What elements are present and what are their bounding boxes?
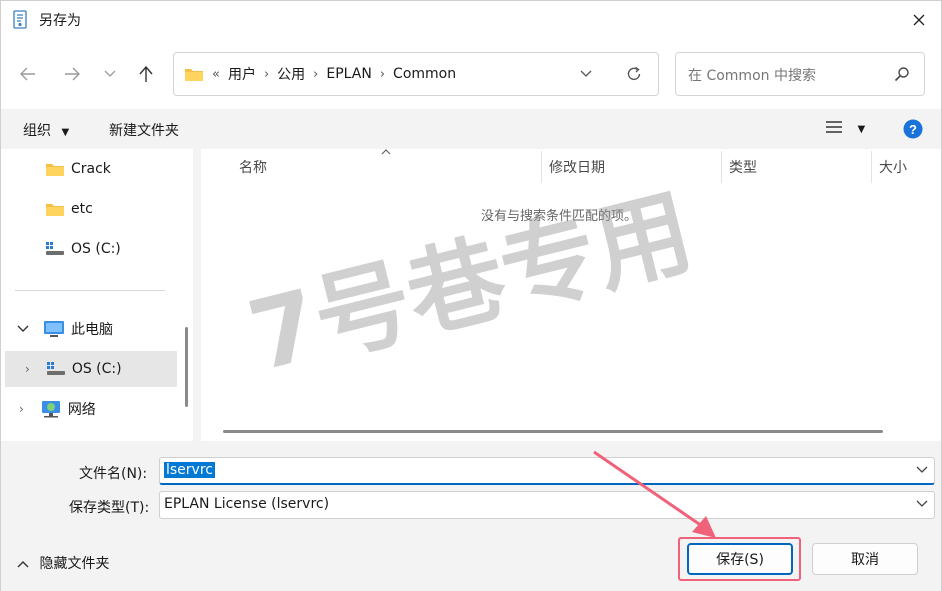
breadcrumb-overflow[interactable]: « <box>212 67 220 82</box>
nav-item-crack[interactable]: Crack <box>1 151 177 187</box>
organize-button[interactable]: 组织 ▼ <box>23 120 69 140</box>
folder-icon <box>46 164 64 176</box>
computer-icon <box>44 321 64 337</box>
nav-item-os-c[interactable]: › OS (C:) <box>5 351 177 387</box>
new-folder-button[interactable]: 新建文件夹 <box>109 120 179 140</box>
breadcrumb: « 用户 › 公用 › EPLAN › Common <box>184 53 456 95</box>
column-header-name[interactable]: 名称 <box>239 157 267 177</box>
chevron-right-icon[interactable]: › <box>19 402 24 416</box>
file-list-pane: 名称 修改日期 类型 大小 没有与搜索条件匹配的项。 <box>201 149 941 441</box>
organize-label: 组织 <box>23 123 51 139</box>
folder-icon <box>185 69 203 81</box>
breadcrumb-item[interactable]: 用户 <box>228 64 256 84</box>
view-options-button[interactable]: ▼ <box>825 119 865 139</box>
filetype-value: EPLAN License (lservrc) <box>164 496 330 512</box>
nav-divider <box>15 290 165 291</box>
close-button[interactable] <box>897 1 941 39</box>
hide-folders-label: 隐藏文件夹 <box>39 556 110 572</box>
empty-message: 没有与搜索条件匹配的项。 <box>481 209 638 224</box>
search-input[interactable]: 在 Common 中搜索 <box>675 52 925 96</box>
filename-label: 文件名(N): <box>79 466 148 482</box>
nav-item-os-c-quick[interactable]: OS (C:) <box>1 231 177 267</box>
nav-item-etc[interactable]: etc <box>1 191 177 227</box>
nav-scrollbar[interactable] <box>185 327 188 407</box>
arrow-up-icon <box>139 65 153 82</box>
filetype-label: 保存类型(T): <box>69 500 150 516</box>
nav-item-label: etc <box>71 201 93 217</box>
arrow-left-icon <box>20 67 35 81</box>
column-header-date[interactable]: 修改日期 <box>549 157 605 177</box>
close-icon <box>913 14 925 26</box>
drive-icon <box>46 362 65 375</box>
title-bar: 另存为 <box>1 1 941 39</box>
nav-item-label: 此电脑 <box>71 322 113 338</box>
arrow-right-icon <box>65 67 80 81</box>
nav-item-network[interactable]: › 网络 <box>1 391 177 427</box>
app-icon <box>13 10 27 29</box>
filename-value: lservrc <box>164 462 215 478</box>
svg-text:?: ? <box>909 122 917 137</box>
folder-icon <box>46 204 64 216</box>
column-header-size[interactable]: 大小 <box>879 157 907 177</box>
breadcrumb-item[interactable]: 公用 <box>277 64 305 84</box>
chevron-down-icon <box>104 70 116 77</box>
cancel-button[interactable]: 取消 <box>812 543 918 575</box>
back-button[interactable] <box>17 63 39 85</box>
chevron-down-icon[interactable] <box>916 497 928 509</box>
chevron-right-icon[interactable]: › <box>264 67 269 82</box>
save-as-dialog: 另存为 « 用户 › 公用 › EPLAN › Common 在 Common … <box>0 0 942 591</box>
chevron-down-icon[interactable] <box>916 463 928 475</box>
address-bar[interactable]: « 用户 › 公用 › EPLAN › Common <box>173 52 659 96</box>
address-row: « 用户 › 公用 › EPLAN › Common 在 Common 中搜索 <box>1 39 941 109</box>
column-divider[interactable] <box>721 151 722 183</box>
nav-item-label: OS (C:) <box>71 241 121 257</box>
navigation-pane: Crack etc OS (C:) 此电脑 › OS (C:) › 网络 <box>1 149 193 441</box>
column-divider[interactable] <box>871 151 872 183</box>
up-button[interactable] <box>135 63 157 85</box>
chevron-right-icon[interactable]: › <box>380 67 385 82</box>
annotation-highlight-box <box>678 537 801 581</box>
filename-input[interactable]: lservrc <box>159 457 935 485</box>
column-divider[interactable] <box>541 151 542 183</box>
nav-item-label: OS (C:) <box>71 361 122 377</box>
search-placeholder: 在 Common 中搜索 <box>688 68 816 84</box>
chevron-up-icon <box>17 561 29 568</box>
nav-item-label: 网络 <box>67 402 96 418</box>
search-icon <box>894 67 909 82</box>
caret-down-icon: ▼ <box>61 127 70 138</box>
chevron-right-icon[interactable]: › <box>25 362 30 376</box>
sort-up-icon <box>381 149 391 155</box>
command-bar: 组织 ▼ 新建文件夹 ▼ ? <box>1 109 941 149</box>
chevron-down-icon[interactable] <box>17 325 29 333</box>
filetype-select[interactable]: EPLAN License (lservrc) <box>159 491 935 519</box>
help-icon[interactable]: ? <box>903 119 923 139</box>
annotation-arrow-icon <box>593 450 716 538</box>
horizontal-scrollbar[interactable] <box>223 430 883 433</box>
nav-item-this-pc[interactable]: 此电脑 <box>1 311 177 347</box>
window-title: 另存为 <box>39 13 81 29</box>
chevron-right-icon[interactable]: › <box>313 67 318 82</box>
chevron-down-icon[interactable] <box>580 70 592 78</box>
recent-locations-button[interactable] <box>99 63 121 85</box>
network-icon <box>41 401 60 418</box>
hide-folders-button[interactable]: 隐藏文件夹 <box>17 553 109 573</box>
breadcrumb-item[interactable]: EPLAN <box>326 66 371 82</box>
refresh-icon[interactable] <box>626 66 642 82</box>
column-header-type[interactable]: 类型 <box>729 157 757 177</box>
nav-item-label: Crack <box>71 161 111 177</box>
breadcrumb-item[interactable]: Common <box>393 66 456 82</box>
list-view-icon <box>826 121 842 133</box>
caret-down-icon: ▼ <box>857 124 866 135</box>
drive-icon <box>46 242 64 255</box>
forward-button[interactable] <box>61 63 83 85</box>
